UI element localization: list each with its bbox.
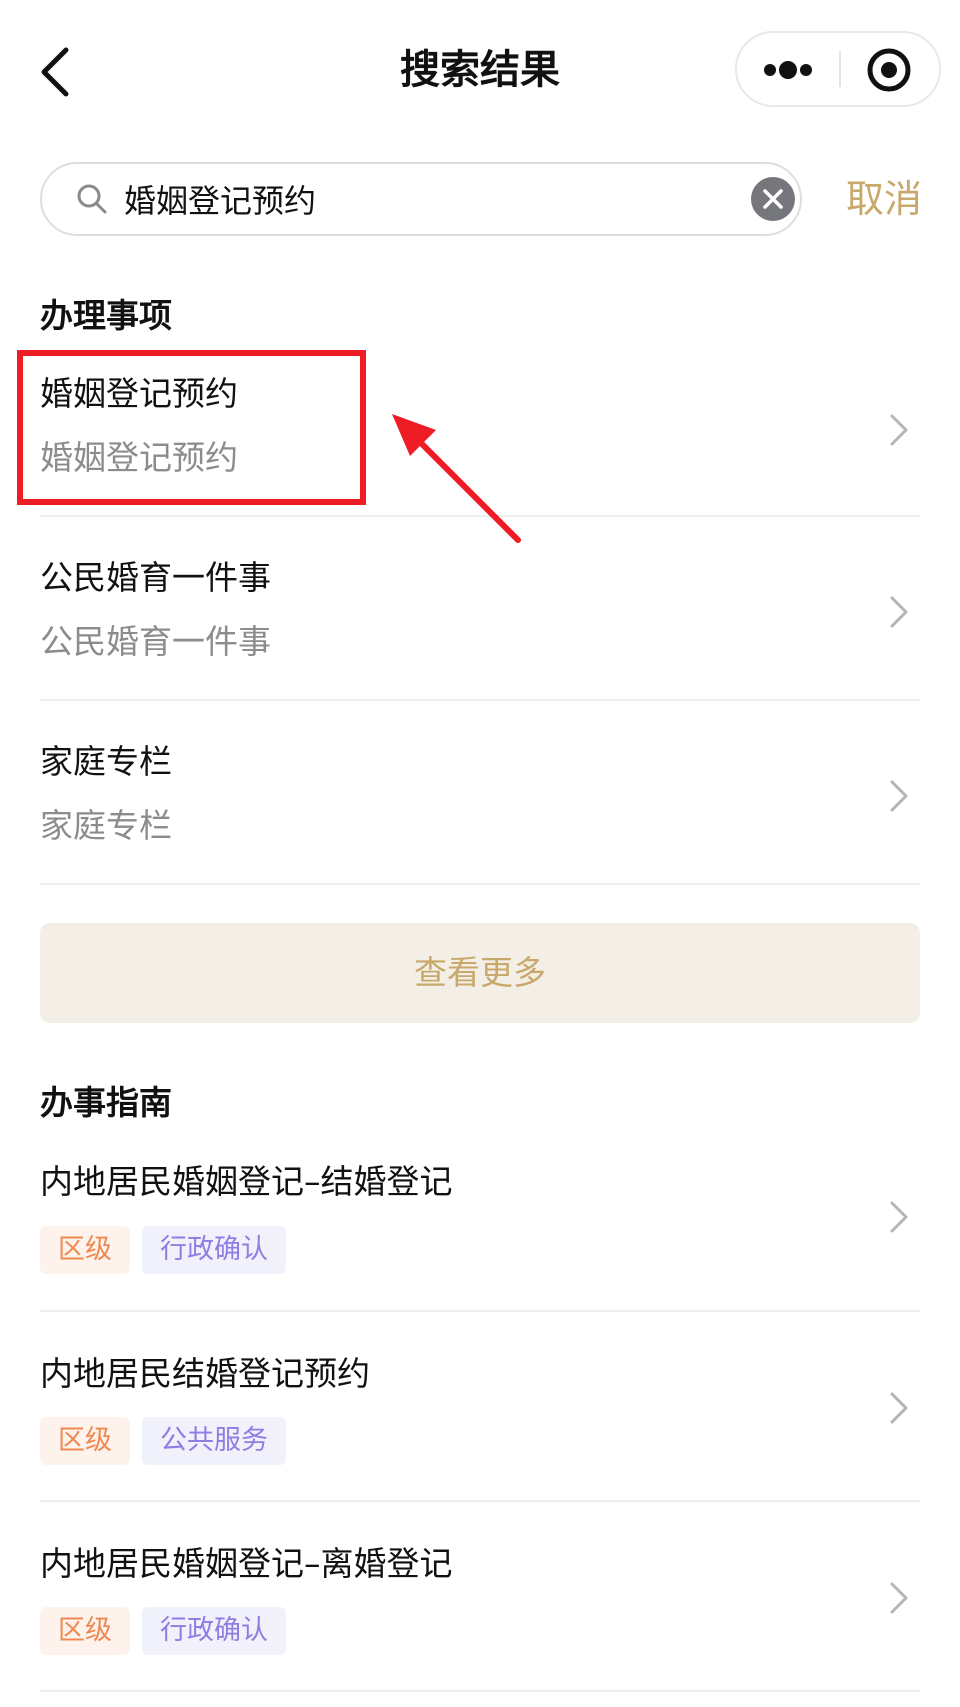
item-subtitle: 公民婚育一件事 bbox=[40, 622, 271, 661]
list-item-guide-2[interactable]: 内地居民结婚登记预约 区级 公共服务 bbox=[40, 1312, 920, 1502]
chevron-right-icon bbox=[890, 1201, 908, 1233]
cancel-button[interactable]: 取消 bbox=[846, 170, 922, 228]
view-more-button[interactable]: 查看更多 bbox=[40, 923, 920, 1023]
chevron-right-icon bbox=[890, 414, 908, 446]
tag-level: 区级 bbox=[40, 1417, 130, 1465]
search-icon bbox=[77, 184, 107, 214]
item-title: 家庭专栏 bbox=[40, 742, 172, 781]
chevron-right-icon bbox=[890, 596, 908, 628]
clear-search-button[interactable] bbox=[750, 176, 796, 222]
item-title: 内地居民婚姻登记–离婚登记 bbox=[40, 1544, 453, 1583]
chevron-right-icon bbox=[890, 780, 908, 812]
list-item-matter-3[interactable]: 家庭专栏 家庭专栏 bbox=[40, 701, 920, 885]
more-dots-icon bbox=[764, 61, 812, 79]
chevron-right-icon bbox=[890, 1392, 908, 1424]
tag-type: 行政确认 bbox=[142, 1607, 286, 1655]
list-item-guide-1[interactable]: 内地居民婚姻登记–结婚登记 区级 行政确认 bbox=[40, 1130, 920, 1312]
search-box bbox=[40, 162, 802, 236]
item-subtitle: 婚姻登记预约 bbox=[40, 438, 238, 477]
target-close-icon bbox=[867, 48, 911, 92]
item-subtitle: 家庭专栏 bbox=[40, 806, 172, 845]
item-title: 内地居民婚姻登记–结婚登记 bbox=[40, 1162, 453, 1201]
clear-icon bbox=[751, 177, 795, 221]
list-item-matter-2[interactable]: 公民婚育一件事 公民婚育一件事 bbox=[40, 517, 920, 701]
tag-type: 公共服务 bbox=[142, 1417, 286, 1465]
item-title: 公民婚育一件事 bbox=[40, 558, 271, 597]
tag-level: 区级 bbox=[40, 1226, 130, 1274]
item-title: 内地居民结婚登记预约 bbox=[40, 1354, 370, 1393]
close-mini-program-button[interactable] bbox=[841, 33, 939, 105]
list-item-matter-1[interactable]: 婚姻登记预约 婚姻登记预约 bbox=[40, 345, 920, 517]
section-title-matters: 办理事项 bbox=[40, 296, 172, 335]
section-title-guides: 办事指南 bbox=[40, 1083, 172, 1122]
chevron-right-icon bbox=[890, 1582, 908, 1614]
item-title: 婚姻登记预约 bbox=[40, 374, 238, 413]
search-input[interactable] bbox=[124, 174, 684, 224]
mini-program-capsule bbox=[735, 31, 941, 107]
more-button[interactable] bbox=[737, 33, 839, 105]
tag-level: 区级 bbox=[40, 1607, 130, 1655]
list-item-guide-3[interactable]: 内地居民婚姻登记–离婚登记 区级 行政确认 bbox=[40, 1502, 920, 1692]
tag-type: 行政确认 bbox=[142, 1226, 286, 1274]
nav-bar: 搜索结果 bbox=[0, 0, 960, 142]
